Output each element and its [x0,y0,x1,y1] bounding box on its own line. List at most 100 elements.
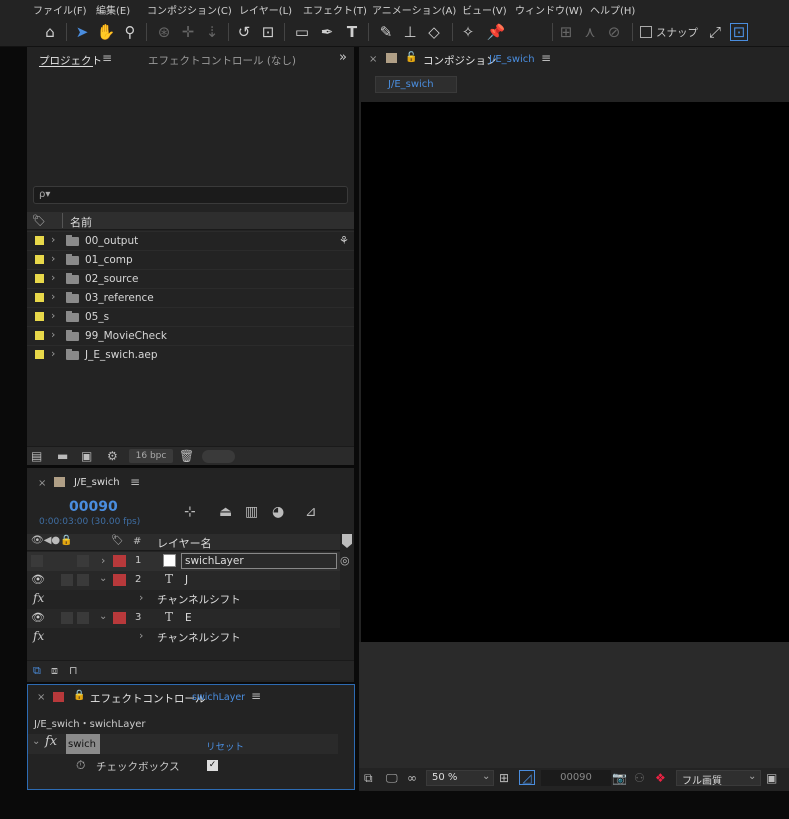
comp-tab[interactable]: J/E_swich [375,76,457,93]
audio-toggle[interactable] [61,612,73,624]
tab-effect-controls[interactable]: エフェクトコントロール (なし) [148,53,296,68]
comp-viewer-title[interactable]: コンポジション [423,53,497,68]
label-color[interactable] [35,255,44,264]
label-color[interactable] [35,312,44,321]
always-preview-icon[interactable]: ⧉ [364,771,373,785]
shy-layers-icon[interactable]: ⏏ [219,505,232,519]
draft-3d-icon[interactable]: ⊹ [184,505,196,519]
comp-viewer-name[interactable]: J/E_swich [489,54,535,65]
color-channels-icon[interactable]: ❖ [655,771,666,785]
close-tab-icon[interactable]: × [369,54,377,65]
zoom-tool-icon[interactable]: ⚲ [120,21,140,43]
project-item[interactable]: › 05_s [27,307,354,326]
layer-name[interactable]: E [185,612,192,624]
project-settings-icon[interactable]: ⚙ [107,449,118,463]
new-folder-icon[interactable]: ▬ [57,449,68,463]
expand-chevron-icon[interactable]: › [51,290,55,303]
mask-visibility-icon[interactable]: ∞ [407,771,417,785]
text-tool-icon[interactable]: T [342,21,362,43]
lock-icon[interactable]: 🔓 [405,52,417,63]
fast-previews-icon[interactable]: ▣ [766,771,777,785]
menu-edit[interactable]: 編集(E) [96,2,130,17]
roto-brush-tool-icon[interactable]: ✧ [458,21,478,43]
expand-chevron-icon[interactable]: › [51,271,55,284]
menu-layer[interactable]: レイヤー(L) [239,2,292,17]
puppet-pin-tool-icon[interactable]: 📌 [486,21,506,43]
dolly-camera-icon[interactable]: ⇣ [202,21,222,43]
layer-name[interactable]: J [185,574,188,586]
collapse-chevron-icon[interactable]: ⌄ [99,611,107,622]
expand-chevron-icon[interactable]: › [51,347,55,360]
selection-tool-icon[interactable]: ➤ [72,21,92,43]
eye-icon[interactable]: 👁 [31,611,45,624]
interpret-footage-icon[interactable]: ▤ [31,449,42,463]
hand-tool-icon[interactable]: ✋ [96,21,116,43]
project-scroll-thumb[interactable] [202,450,235,463]
effect-header-row[interactable]: ⌄ fx swich リセット [28,734,338,754]
menu-animation[interactable]: アニメーション(A) [372,2,456,17]
audio-toggle[interactable] [61,574,73,586]
effect-name[interactable]: チャンネルシフト [157,592,241,607]
graph-editor-icon[interactable]: ⊿ [305,505,317,519]
grid-guides-icon[interactable]: ⊞ [499,771,509,785]
expand-chevron-icon[interactable]: › [51,328,55,341]
fx-label[interactable]: fx [33,591,44,605]
layer-label-color[interactable] [113,555,126,567]
effect-controls-title[interactable]: エフェクトコントロール [90,691,206,706]
col-layer-header[interactable]: レイヤー名 [157,535,212,551]
av-switches-icon[interactable]: 👁◀●🔒 [31,535,73,546]
snapshot-camera-icon[interactable]: 📷 [612,771,627,785]
expand-chevron-icon[interactable]: › [51,233,55,246]
collapse-chevron-icon[interactable]: ⌄ [32,736,40,747]
expand-chevron-icon[interactable]: › [51,309,55,322]
local-axis-icon[interactable]: ⊞ [556,21,576,43]
project-search-input[interactable]: ρ▾ [33,186,348,204]
region-of-interest-icon[interactable]: ◿ [519,770,535,785]
comp-timecode-field[interactable]: 00090 [541,770,611,786]
bit-depth-button[interactable]: 16 bpc [129,449,173,463]
timeline-comp-tab[interactable]: J/E_swich [74,477,120,488]
effect-controls-layer[interactable]: swichLayer [192,692,245,703]
motion-blur-icon[interactable]: ◕ [272,505,284,519]
expand-panel-icon[interactable]: » [339,50,347,65]
timeline-timecode[interactable]: 00090 [69,499,118,515]
frame-blending-icon[interactable]: ▥ [245,505,258,519]
layer-label-color[interactable] [113,612,126,624]
effect-name-selected[interactable]: swich [66,734,100,754]
panel-menu-icon[interactable]: ≡ [130,475,140,489]
col-name-header[interactable]: 名前 [70,214,92,230]
solo-toggle[interactable] [77,612,89,624]
menu-composition[interactable]: コンポジション(C) [147,2,232,17]
panel-menu-icon[interactable]: ≡ [251,689,261,703]
effect-row[interactable]: fx › チャンネルシフト [27,628,340,647]
project-item[interactable]: › 00_output [27,231,354,250]
world-axis-icon[interactable]: ⋏ [580,21,600,43]
trash-icon[interactable]: 🗑 [179,449,194,463]
close-tab-icon[interactable]: × [38,478,46,489]
label-tag-icon[interactable]: 🏷 [32,214,46,227]
layer-row[interactable]: 👁 ⌄ 3 T E [27,609,340,628]
expand-chevron-icon[interactable]: › [139,591,143,604]
panel-menu-icon[interactable]: ≡ [541,51,551,65]
workspace-icon[interactable]: ⊡ [730,23,748,41]
rotate-tool-icon[interactable]: ↺ [234,21,254,43]
pan-camera-icon[interactable]: ✛ [178,21,198,43]
switches-toggle-icon[interactable]: ⧉ [33,664,41,678]
menu-window[interactable]: ウィンドウ(W) [515,2,583,17]
close-tab-icon[interactable]: × [37,692,45,703]
fx-label[interactable]: fx [33,629,44,643]
panel-menu-icon[interactable]: ≡ [102,51,112,65]
label-tag-icon[interactable]: 🏷 [111,535,124,546]
snap-options-icon[interactable]: ⤢ [705,21,725,43]
expand-chevron-icon[interactable]: › [101,554,105,567]
show-snapshot-icon[interactable]: ⚇ [634,771,645,785]
label-color[interactable] [35,236,44,245]
expand-chevron-icon[interactable]: › [139,629,143,642]
home-icon[interactable]: ⌂ [40,21,60,43]
label-color[interactable] [35,274,44,283]
project-item[interactable]: › 03_reference [27,288,354,307]
brush-tool-icon[interactable]: ✎ [376,21,396,43]
effect-name[interactable]: チャンネルシフト [157,630,241,645]
rectangle-tool-icon[interactable]: ▭ [292,21,312,43]
pan-behind-tool-icon[interactable]: ⊡ [258,21,278,43]
